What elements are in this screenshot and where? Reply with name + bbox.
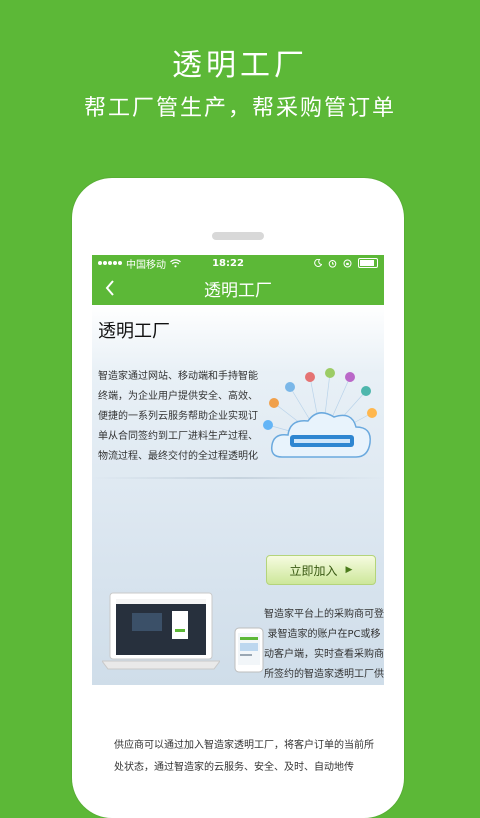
nav-title: 透明工厂 [204, 280, 272, 301]
promo-subtitle: 帮工厂管生产，帮采购管订单 [83, 96, 396, 121]
content-area: 透明工厂 智造家通过网站、移动端和手持智能终端，为企业用户提供安全、高效、便捷的… [92, 305, 384, 700]
alarm-icon [328, 259, 337, 268]
laptop-illustration [101, 591, 221, 673]
join-button-label: 立即加入 [289, 563, 338, 578]
battery-icon [358, 258, 378, 268]
rotation-lock-icon [343, 259, 352, 267]
phone-screen: 中国移动 18:22 透明工厂 透明工厂 智造家通过网站、移动端和手持智能终端，… [92, 255, 384, 795]
section-divider [92, 477, 384, 479]
phone-frame: 中国移动 18:22 透明工厂 透明工厂 智造家通过网站、移动端和手持智能终端，… [72, 178, 404, 818]
wifi-icon [170, 258, 181, 267]
status-right [268, 258, 378, 268]
status-time: 18:22 [212, 257, 244, 269]
lower-section: 供应商可以通过加入智造家透明工厂，将客户订单的当前所处状态，通过智造家的云服务、… [92, 685, 384, 795]
chevron-left-icon [105, 280, 114, 296]
promo-title: 透明工厂 [172, 48, 308, 83]
phone-speaker [212, 232, 264, 240]
cloud-illustration [260, 365, 380, 475]
mobile-illustration [234, 627, 264, 673]
intro-text: 智造家通过网站、移动端和手持智能终端，为企业用户提供安全、高效、便捷的一系列云服… [98, 371, 258, 462]
moon-icon [314, 259, 322, 267]
section-heading: 透明工厂 [98, 321, 170, 342]
carrier-label: 中国移动 [126, 259, 166, 271]
supplier-description: 供应商可以通过加入智造家透明工厂，将客户订单的当前所处状态，通过智造家的云服务、… [114, 740, 374, 773]
nav-bar: 透明工厂 [92, 271, 384, 305]
signal-icon [98, 261, 122, 265]
join-now-button[interactable]: 立即加入 ▶ [266, 555, 376, 585]
cloud-icon [263, 368, 377, 458]
play-arrow-icon: ▶ [345, 565, 353, 575]
back-button[interactable] [98, 271, 122, 305]
status-bar: 中国移动 18:22 [92, 255, 384, 271]
